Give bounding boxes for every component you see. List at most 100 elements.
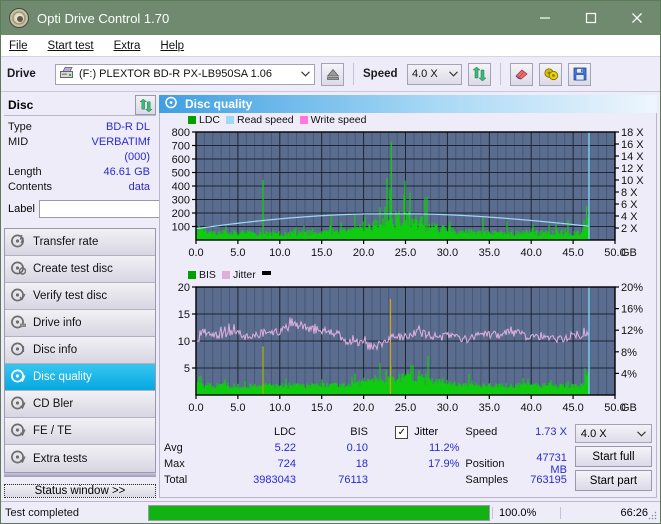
save-button[interactable] bbox=[568, 62, 591, 86]
sidebar-item-disc-info[interactable]: Disc info bbox=[5, 337, 155, 364]
progress-bar bbox=[148, 504, 490, 521]
svg-text:20: 20 bbox=[178, 282, 190, 294]
toolbar-divider-2 bbox=[500, 63, 501, 85]
content-header-title: Disc quality bbox=[185, 97, 253, 111]
sidebar-item-disc-quality[interactable]: Disc quality bbox=[5, 364, 155, 391]
stats-total-ldc: 3983043 bbox=[253, 474, 296, 486]
stats-avg-bis: 0.10 bbox=[346, 442, 368, 454]
sidebar-item-drive-info[interactable]: Drive info bbox=[5, 310, 155, 337]
test-speed-value: 4.0 X bbox=[580, 427, 607, 440]
eraser-button[interactable] bbox=[510, 62, 533, 86]
bis-chart-block: BIS Jitter 5 10 15 20 4% 8% 12% 16% 20% 0.0 5.0 10.… bbox=[160, 268, 656, 421]
start-part-button[interactable]: Start part bbox=[574, 470, 652, 491]
legend-swatch-icon bbox=[226, 116, 235, 124]
eject-button[interactable] bbox=[321, 62, 344, 86]
stats-row-label: Total bbox=[164, 474, 188, 486]
sidebar-item-label: Disc quality bbox=[33, 371, 92, 383]
sidebar-item-label: Transfer rate bbox=[33, 236, 99, 248]
jitter-avg-value: 11.2% bbox=[429, 442, 460, 454]
legend-read-speed: Read speed bbox=[226, 114, 294, 126]
status-message: Test completed bbox=[5, 506, 79, 519]
app-disc-icon bbox=[9, 8, 29, 28]
jitter-total-value bbox=[368, 472, 465, 488]
disc-contents-label: Contents bbox=[8, 181, 53, 193]
action-column: 4.0 X Start full Start part bbox=[574, 424, 652, 491]
disc-mid-value: VERBATIMf (000) bbox=[91, 136, 150, 163]
disc-section-label: Disc bbox=[8, 98, 34, 112]
resize-grip[interactable] bbox=[647, 510, 657, 520]
chevron-down-icon[interactable] bbox=[295, 70, 310, 79]
maximize-icon[interactable] bbox=[568, 1, 614, 35]
speed-select[interactable]: 4.0 X bbox=[407, 63, 462, 85]
status-window-button[interactable]: Status window >> bbox=[4, 484, 156, 498]
disc-extra-icon bbox=[11, 450, 26, 467]
svg-text:0.0: 0.0 bbox=[188, 402, 203, 414]
svg-text:30.0: 30.0 bbox=[437, 247, 458, 259]
start-full-label: Start full bbox=[592, 450, 635, 463]
legend-swatch-icon bbox=[188, 271, 196, 279]
legend-label: BIS bbox=[199, 269, 216, 281]
svg-text:16%: 16% bbox=[621, 304, 643, 316]
menu-start-test[interactable]: Start test bbox=[48, 40, 94, 52]
sidebar: Disc Type BD-R DL MID VERBATIMf (000) Le… bbox=[1, 92, 243, 501]
svg-text:10: 10 bbox=[178, 336, 190, 348]
status-bar: Test completed 100.0% 66:26 bbox=[1, 501, 660, 523]
samples-label: Samples bbox=[465, 474, 509, 486]
sidebar-item-create-test-disc[interactable]: Create test disc bbox=[5, 256, 155, 283]
legend-bis: BIS bbox=[188, 269, 216, 281]
disc-label-row: Label bbox=[8, 199, 243, 219]
ldc-chart-legend: LDC Read speed Write speed bbox=[160, 113, 656, 126]
legend-write-speed: Write speed bbox=[299, 114, 367, 126]
jitter-column: ✓ Jitter 11.2% 17.9% bbox=[368, 424, 465, 491]
svg-text:18 X: 18 X bbox=[621, 127, 644, 139]
disc-row-mid: MID VERBATIMf (000) bbox=[8, 135, 154, 165]
position-value: 47731 MB bbox=[536, 452, 567, 476]
chevron-down-icon[interactable] bbox=[443, 70, 458, 79]
legend-jitter: Jitter bbox=[221, 269, 271, 281]
toolbar-divider-1 bbox=[353, 63, 354, 85]
start-full-button[interactable]: Start full bbox=[574, 446, 652, 467]
refresh-button[interactable] bbox=[468, 62, 491, 86]
sidebar-item-verify-test-disc[interactable]: Verify test disc bbox=[5, 283, 155, 310]
speed-value: 4.0 X bbox=[412, 68, 438, 80]
svg-text:45.0: 45.0 bbox=[562, 402, 583, 414]
svg-text:600: 600 bbox=[172, 154, 190, 166]
legend-ldc: LDC bbox=[188, 114, 220, 126]
jitter-checkbox[interactable]: ✓ bbox=[395, 425, 409, 439]
sidebar-item-extra-tests[interactable]: Extra tests bbox=[5, 445, 155, 472]
bulb-button[interactable] bbox=[539, 62, 562, 86]
legend-swatch-icon bbox=[188, 116, 196, 124]
chevron-down-icon[interactable] bbox=[637, 428, 646, 440]
svg-text:20.0: 20.0 bbox=[353, 402, 374, 414]
sidebar-item-transfer-rate[interactable]: Transfer rate bbox=[5, 229, 155, 256]
menu-file[interactable]: File bbox=[9, 40, 28, 52]
jitter-max-value: 17.9% bbox=[428, 458, 460, 470]
start-part-label: Start part bbox=[589, 474, 638, 487]
sidebar-item-fe-te[interactable]: FE / TE bbox=[5, 418, 155, 445]
legend-swatch-icon bbox=[299, 116, 308, 124]
menu-extra[interactable]: Extra bbox=[114, 40, 141, 52]
progress-percent: 100.0% bbox=[492, 506, 560, 519]
progress-bar-fill bbox=[149, 505, 489, 520]
stats-avg-ldc: 5.22 bbox=[274, 442, 296, 454]
sidebar-item-cd-bler[interactable]: CD Bler bbox=[5, 391, 155, 418]
disc-refresh-button[interactable] bbox=[135, 95, 156, 115]
disc-fete-icon bbox=[11, 423, 26, 440]
svg-text:10 X: 10 X bbox=[621, 175, 644, 187]
svg-text:14 X: 14 X bbox=[621, 151, 644, 163]
close-icon[interactable] bbox=[614, 1, 660, 35]
svg-text:25.0: 25.0 bbox=[395, 402, 416, 414]
minimize-icon[interactable] bbox=[522, 1, 568, 35]
svg-text:700: 700 bbox=[172, 141, 190, 153]
disc-quality-icon bbox=[165, 96, 178, 112]
speed-column: Speed 1.73 X Position 47731 MB Samples 7… bbox=[465, 424, 575, 491]
speed-stat-label: Speed bbox=[465, 426, 498, 438]
drive-select[interactable]: (F:) PLEXTOR BD-R PX-LB950SA 1.06 bbox=[55, 63, 315, 85]
sidebar-item-label: Extra tests bbox=[33, 452, 88, 465]
disc-info-icon bbox=[11, 342, 26, 359]
test-speed-select[interactable]: 4.0 X bbox=[574, 424, 652, 443]
menu-help[interactable]: Help bbox=[160, 40, 184, 52]
stats-row-label: Avg bbox=[164, 442, 183, 454]
svg-text:12 X: 12 X bbox=[621, 163, 644, 175]
svg-text:10.0: 10.0 bbox=[269, 402, 290, 414]
